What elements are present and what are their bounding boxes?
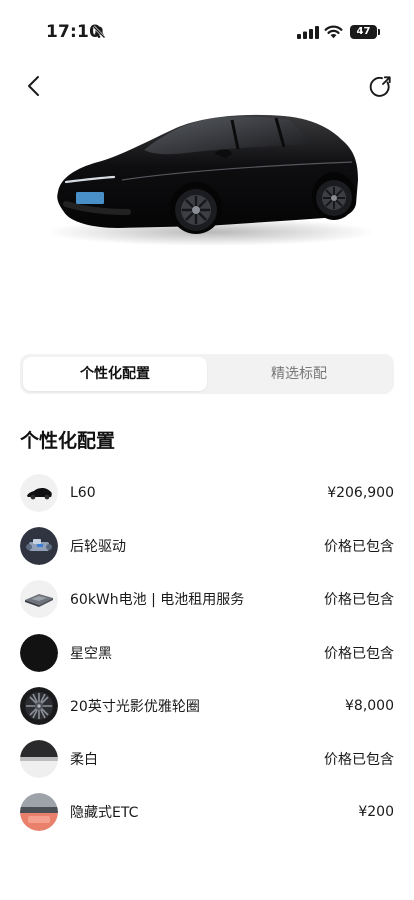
item-price: 价格已包含: [324, 645, 394, 662]
item-label: 60kWh电池 | 电池租用服务: [70, 592, 245, 609]
car-thumbnail: [20, 473, 58, 512]
item-price: ¥200: [358, 804, 394, 821]
wheel-rim-thumbnail: [20, 686, 58, 725]
item-label: 20英寸光影优雅轮圈: [70, 698, 200, 715]
list-item[interactable]: 星空黑 价格已包含: [20, 626, 394, 679]
list-item[interactable]: 60kWh电池 | 电池租用服务 价格已包含: [20, 573, 394, 626]
status-bar: 17:10 47: [0, 0, 414, 56]
item-label: 隐藏式ETC: [70, 805, 139, 822]
list-item[interactable]: 后轮驱动 价格已包含: [20, 519, 394, 572]
item-price: ¥206,900: [327, 484, 394, 501]
bell-off-icon: [92, 25, 106, 39]
item-label: 后轮驱动: [70, 538, 126, 555]
config-tabs: 个性化配置 精选标配: [20, 354, 394, 394]
tab-personalized-config[interactable]: 个性化配置: [23, 357, 207, 391]
item-label: 星空黑: [70, 645, 112, 662]
section-title: 个性化配置: [20, 430, 116, 452]
list-item[interactable]: L60 ¥206,900: [20, 466, 394, 519]
back-button[interactable]: [20, 72, 48, 100]
item-label: L60: [70, 484, 96, 501]
share-icon[interactable]: [366, 73, 394, 101]
config-list: L60 ¥206,900 后轮驱动 价格已包含 60kWh电池 | 电池租用服务…: [20, 466, 394, 839]
battery-pack-thumbnail: [20, 580, 58, 619]
item-price: 价格已包含: [324, 592, 394, 609]
interior-color-swatch: [20, 740, 58, 779]
etc-device-thumbnail: [20, 793, 58, 832]
battery-icon: 47: [350, 25, 380, 39]
item-price: 价格已包含: [324, 538, 394, 555]
item-price: 价格已包含: [324, 752, 394, 769]
list-item[interactable]: 20英寸光影优雅轮圈 ¥8,000: [20, 679, 394, 732]
list-item[interactable]: 柔白 价格已包含: [20, 732, 394, 785]
drivetrain-thumbnail: [20, 526, 58, 565]
item-label: 柔白: [70, 752, 98, 769]
license-plate: [76, 192, 104, 204]
car-hero-image: [46, 114, 376, 246]
wifi-icon: [324, 25, 343, 39]
signal-icon: [297, 26, 319, 39]
paint-color-swatch: [20, 633, 58, 672]
item-price: ¥8,000: [345, 697, 394, 714]
tab-standard-config[interactable]: 精选标配: [207, 357, 391, 391]
list-item[interactable]: 隐藏式ETC ¥200: [20, 786, 394, 839]
